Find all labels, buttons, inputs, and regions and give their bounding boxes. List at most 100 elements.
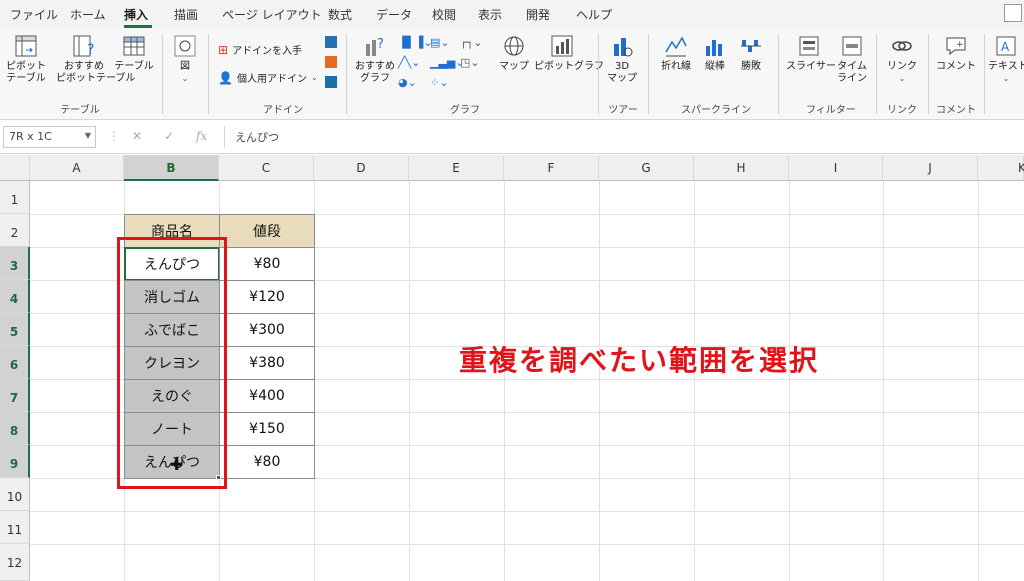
- tab-home[interactable]: ホーム: [70, 6, 106, 23]
- column-header-i[interactable]: I: [789, 155, 883, 181]
- name-box[interactable]: 7R x 1C ▼: [3, 126, 96, 148]
- sparkline-line-button[interactable]: 折れ線: [656, 34, 696, 73]
- row-header-1[interactable]: 1: [0, 181, 30, 214]
- slicer-button[interactable]: スライサー: [786, 34, 836, 73]
- row-header-5[interactable]: 5: [0, 313, 30, 346]
- maps-label: マップ: [499, 61, 529, 72]
- group-sparklines-label: スパークライン: [681, 105, 751, 116]
- 3d-map-button[interactable]: 3D マップ: [604, 34, 640, 85]
- row-header-8[interactable]: 8: [0, 412, 30, 445]
- tab-developer[interactable]: 開発: [526, 6, 550, 23]
- enter-icon[interactable]: ✓: [164, 129, 174, 143]
- link-button[interactable]: リンク ⌄: [884, 34, 920, 85]
- row-header-2[interactable]: 2: [0, 214, 30, 247]
- get-addins-button[interactable]: ⊞ アドインを入手: [218, 42, 303, 58]
- tab-review[interactable]: 校閲: [432, 6, 456, 23]
- price-cell[interactable]: ¥150: [219, 412, 315, 446]
- chevron-down-icon[interactable]: ▼: [85, 131, 91, 140]
- maps-button[interactable]: マップ: [496, 34, 532, 73]
- tab-formulas[interactable]: 数式: [328, 6, 352, 23]
- annotation-text: 重複を調べたい範囲を選択: [459, 344, 820, 377]
- gridline: [599, 181, 600, 581]
- insert-function-icon[interactable]: fx: [196, 129, 207, 143]
- column-header-d[interactable]: D: [314, 155, 409, 181]
- row-header-7[interactable]: 7: [0, 379, 30, 412]
- formula-input[interactable]: えんぴつ: [224, 126, 1024, 148]
- column-header-c[interactable]: C: [219, 155, 314, 181]
- column-header-a[interactable]: A: [30, 155, 124, 181]
- name-box-value: 7R x 1C: [9, 130, 52, 143]
- svg-text:A: A: [1001, 40, 1010, 54]
- scatter-chart-icon[interactable]: ⁘⌄: [430, 76, 448, 89]
- tab-insert[interactable]: 挿入: [124, 6, 148, 23]
- ribbon-options-icon[interactable]: [1004, 4, 1022, 22]
- header-cell-price[interactable]: 値段: [219, 214, 315, 248]
- pie-chart-icon[interactable]: ◕⌄: [398, 76, 417, 89]
- tab-help[interactable]: ヘルプ: [576, 6, 612, 23]
- person-icon: 👤: [218, 70, 233, 85]
- tab-file[interactable]: ファイル: [10, 6, 58, 23]
- hierarchy-chart-icon[interactable]: ▤⌄: [430, 36, 450, 49]
- price-cell[interactable]: ¥80: [219, 445, 315, 479]
- column-header-b[interactable]: B: [124, 155, 219, 181]
- 3d-map-label: 3D マップ: [607, 61, 637, 84]
- get-addins-label: アドインを入手: [232, 46, 303, 57]
- text-label: テキスト: [988, 61, 1024, 72]
- column-chart-icon[interactable]: ▐▌▐⌄: [398, 36, 433, 49]
- comment-button[interactable]: + コメント: [934, 34, 978, 73]
- column-header-g[interactable]: G: [599, 155, 694, 181]
- illustrations-button[interactable]: 図 ⌄: [170, 34, 200, 85]
- chevron-down-icon: ⌄: [310, 73, 318, 82]
- pivot-table-button[interactable]: ピボット テーブル: [4, 34, 48, 85]
- group-comments-label: コメント: [936, 105, 976, 116]
- row-header-9[interactable]: 9: [0, 445, 30, 478]
- gridline: [883, 181, 884, 581]
- tab-data[interactable]: データ: [376, 6, 412, 23]
- visio-icon[interactable]: [325, 36, 337, 48]
- price-cell[interactable]: ¥80: [219, 247, 315, 281]
- pivot-chart-button[interactable]: ピボットグラフ: [534, 34, 604, 73]
- price-cell[interactable]: ¥400: [219, 379, 315, 413]
- svg-text:?: ?: [377, 37, 384, 52]
- waterfall-chart-icon[interactable]: ┌┐⌄: [460, 36, 482, 49]
- column-header-k[interactable]: K: [978, 155, 1024, 181]
- price-cell[interactable]: ¥300: [219, 313, 315, 347]
- timeline-button[interactable]: タイム ライン: [834, 34, 870, 85]
- bing-icon[interactable]: [325, 56, 337, 68]
- tab-draw[interactable]: 描画: [174, 6, 198, 23]
- cancel-icon[interactable]: ✕: [132, 129, 142, 143]
- row-header-4[interactable]: 4: [0, 280, 30, 313]
- select-all-corner[interactable]: [0, 155, 30, 181]
- price-cell[interactable]: ¥380: [219, 346, 315, 380]
- table-icon: [123, 36, 145, 56]
- tab-page-layout[interactable]: ページ レイアウト: [222, 6, 322, 23]
- row-header-12[interactable]: 12: [0, 544, 30, 581]
- group-links-label: リンク: [887, 105, 917, 116]
- tab-view[interactable]: 表示: [478, 6, 502, 23]
- column-header-e[interactable]: E: [409, 155, 504, 181]
- my-addins-button[interactable]: 👤 個人用アドイン ⌄: [218, 70, 318, 86]
- people-graph-icon[interactable]: [325, 76, 337, 88]
- recommended-pivot-button[interactable]: ? おすすめ ピボットテーブル: [56, 34, 135, 85]
- text-button[interactable]: A テキスト ⌄: [988, 34, 1024, 85]
- sparkline-column-button[interactable]: 縦棒: [698, 34, 732, 73]
- row-header-3[interactable]: 3: [0, 247, 30, 280]
- column-header-h[interactable]: H: [694, 155, 789, 181]
- sparkline-winloss-label: 勝敗: [741, 61, 761, 72]
- recommended-charts-icon: ?: [366, 37, 384, 56]
- row-header-10[interactable]: 10: [0, 478, 30, 511]
- link-icon: [892, 41, 912, 51]
- line-chart-icon[interactable]: ╱╲⌄: [398, 56, 420, 69]
- pivot-table-label: ピボット テーブル: [6, 61, 46, 84]
- group-filters-label: フィルター: [806, 105, 856, 116]
- column-header-j[interactable]: J: [883, 155, 978, 181]
- row-header-11[interactable]: 11: [0, 511, 30, 544]
- table-button[interactable]: テーブル: [114, 34, 154, 73]
- row-header-6[interactable]: 6: [0, 346, 30, 379]
- sparkline-winloss-button[interactable]: 勝敗: [734, 34, 768, 73]
- slicer-label: スライサー: [786, 61, 836, 72]
- combo-chart-icon[interactable]: ◳⌄: [460, 56, 480, 69]
- recommended-charts-button[interactable]: ? おすすめ グラフ: [354, 34, 396, 85]
- column-header-f[interactable]: F: [504, 155, 599, 181]
- price-cell[interactable]: ¥120: [219, 280, 315, 314]
